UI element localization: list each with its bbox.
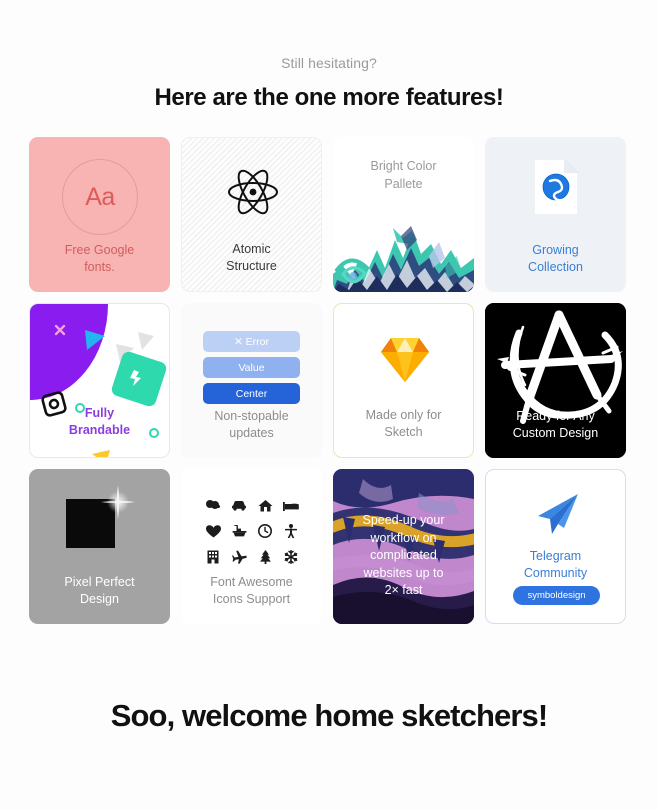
clock-icon	[258, 524, 272, 540]
card-free-google-fonts[interactable]: Aa Free Google fonts.	[29, 137, 170, 292]
atom-icon	[227, 166, 279, 223]
card-label: Non-stopable updates	[189, 408, 314, 442]
card-label-line1: Telegram	[529, 549, 582, 563]
feature-card-grid: Aa Free Google fonts. Atomic Structure B…	[29, 137, 629, 624]
card-label-line1: Ready for Any	[516, 409, 595, 423]
card-label-line2: Structure	[226, 259, 277, 273]
card-label: Growing Collection	[493, 242, 618, 276]
car-icon	[231, 499, 247, 513]
card-label: Pixel Perfect Design	[37, 574, 162, 608]
card-label-line1: Pixel Perfect	[64, 575, 135, 589]
snowflake-icon	[284, 549, 298, 566]
button-stack: ✕ Error Value Center	[203, 331, 300, 404]
aa-circle-icon: Aa	[62, 159, 138, 235]
icon-grid	[200, 493, 304, 571]
card-bright-color-pallete[interactable]: Bright Color Pallete	[333, 137, 474, 292]
card-label: Made only for Sketch	[342, 407, 465, 441]
card-label: Free Google fonts.	[37, 242, 162, 276]
card-label: Font Awesome Icons Support	[189, 574, 314, 608]
card-label-line1: Bright Color	[370, 159, 437, 173]
card-label: Bright Color Pallete	[341, 157, 466, 193]
card-label-line1: Fully	[84, 406, 115, 420]
card-label: Telegram Community	[492, 548, 619, 582]
card-label-line2: Pallete	[384, 177, 423, 191]
card-label-line2: Brandable	[68, 423, 131, 437]
card-label: Atomic Structure	[190, 241, 313, 275]
card-label-line1: Made only for	[365, 408, 442, 422]
card-growing-collection[interactable]: Growing Collection	[485, 137, 626, 292]
document-with-logo-icon	[533, 158, 579, 216]
tags-icon	[205, 499, 221, 514]
heart-icon	[205, 524, 221, 540]
card-ready-for-any-custom-design[interactable]: Ready for Any Custom Design	[485, 303, 626, 458]
card-label-line4: websites up to	[363, 565, 444, 580]
card-non-stopable-updates[interactable]: ✕ Error Value Center Non-stopable update…	[181, 303, 322, 458]
card-label-line1: Font Awesome	[210, 575, 293, 589]
error-button[interactable]: ✕ Error	[203, 331, 300, 352]
card-label-line1: Free Google	[64, 243, 135, 257]
card-label-line2: Sketch	[384, 425, 423, 439]
card-label-line2: fonts.	[84, 260, 115, 274]
card-label-line2: updates	[229, 426, 274, 440]
card-label-line1: Growing	[532, 243, 579, 257]
sparkle-icon	[101, 485, 135, 524]
paper-plane-icon	[534, 492, 580, 541]
card-label-line1: Atomic	[232, 242, 271, 256]
value-button[interactable]: Value	[203, 357, 300, 378]
card-label-line2: Collection	[528, 260, 583, 274]
features-page: Still hesitating? Here are the one more …	[0, 0, 658, 810]
card-pixel-perfect-design[interactable]: Pixel Perfect Design	[29, 469, 170, 624]
page-header: Still hesitating? Here are the one more …	[0, 0, 658, 112]
page-title: Here are the one more features!	[154, 84, 504, 111]
bed-icon	[283, 499, 299, 513]
card-label-line2: Icons Support	[212, 592, 291, 606]
tree-icon	[259, 550, 272, 566]
symboldesign-button[interactable]: symboldesign	[513, 586, 600, 605]
card-label: Ready for Any Custom Design	[493, 408, 618, 442]
card-label: Fully Brandable	[38, 405, 161, 439]
card-made-only-for-sketch[interactable]: Made only for Sketch	[333, 303, 474, 458]
card-fully-brandable[interactable]: Fully Brandable	[29, 303, 170, 458]
paint-splatter-art-icon	[333, 210, 474, 292]
eyebrow-text: Still hesitating?	[281, 55, 377, 71]
card-label-line1: Speed-up your	[362, 513, 445, 527]
sketch-diamond-icon	[381, 338, 429, 387]
aa-text: Aa	[85, 182, 115, 211]
card-label-line2: Custom Design	[512, 426, 599, 440]
footer-headline: Soo, welcome home sketchers!	[110, 698, 548, 733]
center-button[interactable]: Center	[203, 383, 300, 404]
card-label: Speed-up your workflow on complicated we…	[342, 512, 465, 600]
card-label-line2: workflow on	[370, 530, 437, 545]
bath-icon	[232, 523, 247, 540]
building-icon	[207, 550, 219, 566]
card-font-awesome-icons-support[interactable]: Font Awesome Icons Support	[181, 469, 322, 624]
card-label-line1: Non-stopable	[214, 409, 289, 423]
card-label-line5: 2× fast	[384, 583, 423, 597]
home-icon	[258, 499, 273, 514]
card-atomic-structure[interactable]: Atomic Structure	[181, 137, 322, 292]
card-speed-up-workflow[interactable]: Speed-up your workflow on complicated we…	[333, 469, 474, 624]
card-label-line2: Design	[80, 592, 119, 606]
plane-icon	[231, 550, 247, 566]
person-icon	[284, 524, 298, 540]
card-label-line3: complicated	[370, 548, 437, 562]
card-telegram-community[interactable]: Telegram Community symboldesign	[485, 469, 626, 624]
card-label-line2: Community	[523, 566, 588, 580]
